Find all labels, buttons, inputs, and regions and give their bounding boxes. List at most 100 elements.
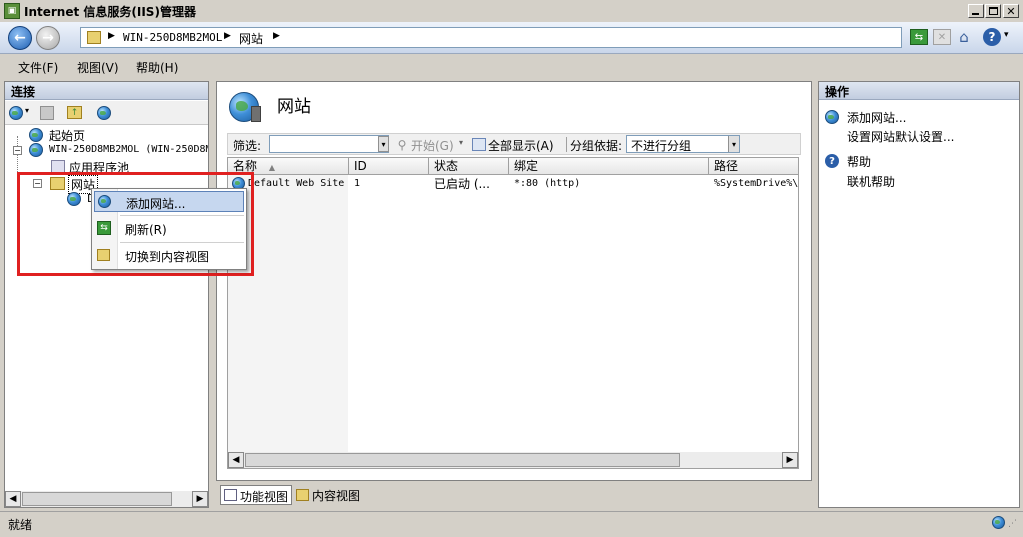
scroll-right-button[interactable]: ▶ [782,452,798,468]
scroll-left-button[interactable]: ◀ [228,452,244,468]
start-page-icon [29,128,43,142]
cell-site-name: Default Web Site [248,178,345,189]
window-title: Internet 信息服务(IIS)管理器 [24,5,196,19]
action-add-site[interactable]: 添加网站... [847,109,906,126]
close-button[interactable]: ✕ [1003,4,1019,18]
minimize-icon [972,13,979,15]
maximize-icon [989,7,998,15]
context-item-add-site[interactable]: 添加网站... [94,191,244,212]
tab-feature-view-label: 功能视图 [240,490,289,504]
tab-content-view[interactable]: 内容视图 [294,485,366,505]
resize-grip-icon[interactable]: ⋰ [1008,519,1017,529]
group-by-value: 不进行分组 [631,139,692,153]
context-separator [120,242,244,243]
arrow-right-icon: ▶ [196,494,204,504]
breadcrumb-server[interactable]: WIN-250D8MB2MOL [123,31,222,44]
add-site-icon [825,110,839,124]
column-header-binding[interactable]: 绑定 [509,158,709,174]
up-folder-icon[interactable]: ↑ [67,106,82,119]
list-header: 名称 ▲ ID 状态 绑定 路径 [228,158,798,175]
collapse-icon[interactable]: − [13,146,22,155]
help-icon: ? [825,154,839,168]
tab-content-view-label: 内容视图 [312,489,361,503]
table-row[interactable]: Default Web Site 1 已启动 (... *:80 (http) … [228,176,798,192]
help-icon[interactable]: ? [983,28,1001,46]
connect-dropdown-icon[interactable]: ▾ [25,106,29,115]
show-all-icon [472,138,486,151]
breadcrumb-sites[interactable]: 网站 [239,30,263,47]
view-tabs: 功能视图 内容视图 [216,484,812,506]
show-all-button[interactable]: 全部显示(A) [488,137,554,154]
group-by-select[interactable]: 不进行分组 ▾ [626,135,740,153]
scroll-right-button[interactable]: ▶ [192,491,208,507]
refresh-icon[interactable]: ⇆ [910,29,928,45]
page-title: 网站 [277,97,311,117]
close-icon: ✕ [1006,4,1016,18]
content-view-icon [296,489,309,501]
back-button[interactable]: ← [8,26,32,50]
title-bar: ▣ Internet 信息服务(IIS)管理器 ✕ [0,0,1023,22]
tree-item-start-page[interactable]: 起始页 [49,127,85,144]
cell-site-binding: *:80 (http) [514,178,581,189]
scroll-thumb[interactable] [22,492,172,506]
start-filter-icon[interactable]: ⚲ [394,137,410,152]
column-status-label: 状态 [434,159,459,173]
column-header-status[interactable]: 状态 [429,158,509,174]
scroll-thumb[interactable] [245,453,680,467]
minimize-button[interactable] [968,4,984,18]
start-filter-button[interactable]: 开始(G) [411,137,454,154]
actions-header: 操作 [819,82,1019,100]
menu-file[interactable]: 文件(F) [18,59,58,76]
cell-site-id: 1 [354,178,361,189]
forward-button[interactable]: → [36,26,60,50]
context-item-content-view[interactable]: 切换到内容视图 [94,245,244,266]
action-help[interactable]: 帮助 [847,153,871,170]
connect-icon[interactable] [9,106,23,120]
filter-dropdown-button[interactable]: ▾ [378,136,389,152]
context-separator [120,215,244,216]
group-by-label: 分组依据: [570,139,623,153]
scroll-left-button[interactable]: ◀ [5,491,21,507]
tree-item-server[interactable]: WIN-250D8MB2MOL (WIN-250D8M [49,144,208,155]
filter-input[interactable] [269,135,389,153]
address-bar[interactable]: ▶ WIN-250D8MB2MOL ▶ 网站 ▶ [80,27,902,48]
forward-arrow-icon: → [42,30,54,46]
menu-bar: 文件(F) 视图(V) 帮助(H) [0,55,1023,79]
connections-panel: 连接 ▾ ↑ 起始页 − WIN-250D8MB2MOL (WIN-250D8M… [4,81,209,508]
tab-feature-view[interactable]: 功能视图 [220,485,292,505]
folder-icon [87,31,101,44]
action-online-help[interactable]: 联机帮助 [847,173,895,190]
filter-toolbar: 筛选: ▾ ⚲ 开始(G) ▾ 全部显示(A) 分组依据: 不进行分组 ▾ [227,133,801,155]
context-item-refresh[interactable]: ⇆ 刷新(R) [94,218,244,239]
group-by-dropdown-button[interactable]: ▾ [728,136,739,152]
refresh-icon: ⇆ [97,221,111,235]
menu-help[interactable]: 帮助(H) [136,59,178,76]
connections-toolbar: ▾ ↑ [5,101,208,125]
add-site-icon [98,195,111,208]
start-dropdown-icon[interactable]: ▾ [459,138,463,147]
home-icon[interactable]: ⌂ [955,28,973,46]
arrow-left-icon: ◀ [9,494,17,504]
connections-scrollbar[interactable]: ◀ ▶ [5,491,208,507]
save-icon[interactable] [40,106,54,120]
breadcrumb-separator-icon: ▶ [273,31,280,41]
action-set-defaults[interactable]: 设置网站默认设置... [847,128,954,145]
navigation-bar: ← → ▶ WIN-250D8MB2MOL ▶ 网站 ▶ ⇆ ✕ ⌂ ? ▾ [0,22,1023,54]
arrow-right-icon: ▶ [786,455,794,465]
stop-icon[interactable]: ✕ [933,29,951,45]
sort-ascending-icon: ▲ [268,163,275,172]
delete-connection-icon[interactable] [97,106,111,120]
main-panel: 网站 筛选: ▾ ⚲ 开始(G) ▾ 全部显示(A) 分组依据: 不进行分组 ▾… [216,81,812,481]
column-header-id[interactable]: ID [349,158,429,174]
iis-app-icon: ▣ [4,3,20,19]
list-scrollbar[interactable]: ◀ ▶ [228,452,798,468]
content-view-icon [97,249,110,261]
column-id-label: ID [354,159,367,173]
help-dropdown-icon[interactable]: ▾ [1004,30,1009,40]
column-binding-label: 绑定 [514,159,539,173]
maximize-button[interactable] [985,4,1001,18]
menu-view[interactable]: 视图(V) [77,59,119,76]
context-add-site-label: 添加网站... [126,197,186,211]
column-header-path[interactable]: 路径 [709,158,798,174]
status-bar: 就绪 ⋰ [0,511,1023,537]
